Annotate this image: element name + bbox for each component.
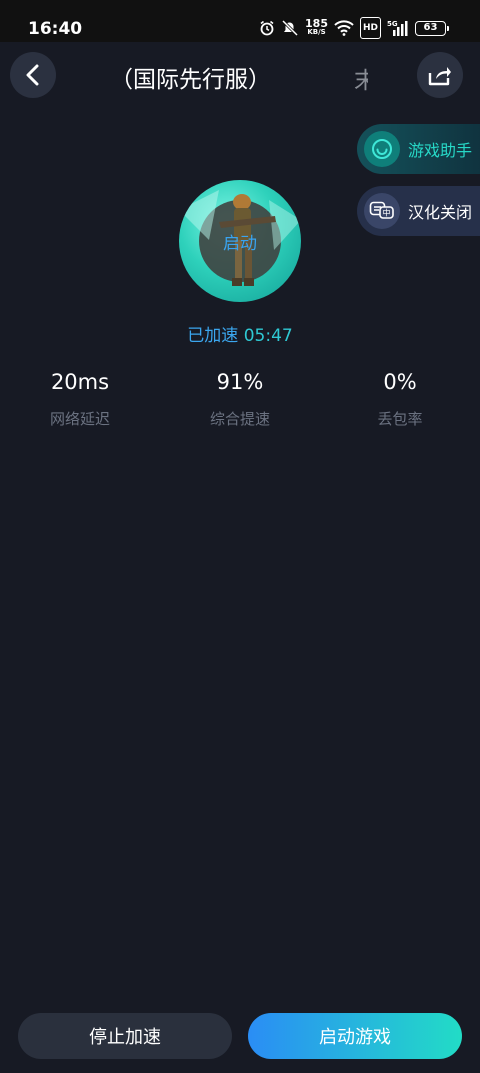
latency-label: 网络延迟 <box>49 410 110 428</box>
assistant-icon <box>364 131 400 167</box>
packet-loss-value: 0% <box>383 370 417 394</box>
net-speed: 185 KB/S <box>305 17 328 39</box>
stat-speedup: 91% 综合提速 <box>160 370 320 429</box>
accel-status-label: 已加速 <box>187 326 239 346</box>
accel-time-value: 05:47 <box>243 326 293 346</box>
back-button[interactable] <box>10 52 56 98</box>
game-assistant-tab[interactable]: 游戏助手 <box>357 124 480 174</box>
localization-label: 汉化关闭 <box>408 203 473 222</box>
status-time: 16:40 <box>28 19 83 39</box>
localization-toggle-tab[interactable]: 中 汉化关闭 <box>357 186 480 236</box>
launch-game-button[interactable]: 启动游戏 <box>248 1013 462 1059</box>
page-title: （国际先行服） <box>110 67 271 93</box>
net-speed-value: 185 <box>305 17 328 30</box>
stop-accelerate-button[interactable]: 停止加速 <box>18 1013 232 1059</box>
header: （国际先行服） 末 <box>0 42 480 110</box>
hd-badge: HD <box>359 17 381 39</box>
stat-packet-loss: 0% 丢包率 <box>320 370 480 429</box>
start-label: 启动 <box>223 234 257 254</box>
accel-status: 已加速 05:47 <box>0 321 480 346</box>
speedup-value: 91% <box>216 370 264 394</box>
stat-latency: 20ms 网络延迟 <box>0 370 160 429</box>
mute-icon <box>281 17 299 39</box>
share-button[interactable] <box>417 52 463 98</box>
packet-loss-label: 丢包率 <box>377 410 423 428</box>
alarm-icon <box>259 17 275 39</box>
latency-value: 20ms <box>50 370 110 394</box>
game-assistant-label: 游戏助手 <box>408 141 473 160</box>
game-start-avatar[interactable]: 启动 <box>179 180 301 302</box>
status-bar: 16:40 185 KB/S HD 5G 63 <box>0 0 480 42</box>
wifi-icon <box>334 17 354 39</box>
chevron-left-icon <box>26 64 39 86</box>
network-type-label: 5G <box>387 20 398 28</box>
share-icon <box>428 67 451 86</box>
battery-indicator: 63 <box>415 20 449 36</box>
speedup-label: 综合提速 <box>209 410 270 428</box>
cell-signal-icon: 5G <box>387 17 409 39</box>
net-speed-unit: KB/S <box>307 28 326 36</box>
svg-text:中: 中 <box>383 208 391 218</box>
translate-icon: 中 <box>364 193 400 229</box>
title-overflow-text: 末 <box>354 68 368 94</box>
status-icons: 185 KB/S HD 5G 63 <box>259 17 449 39</box>
